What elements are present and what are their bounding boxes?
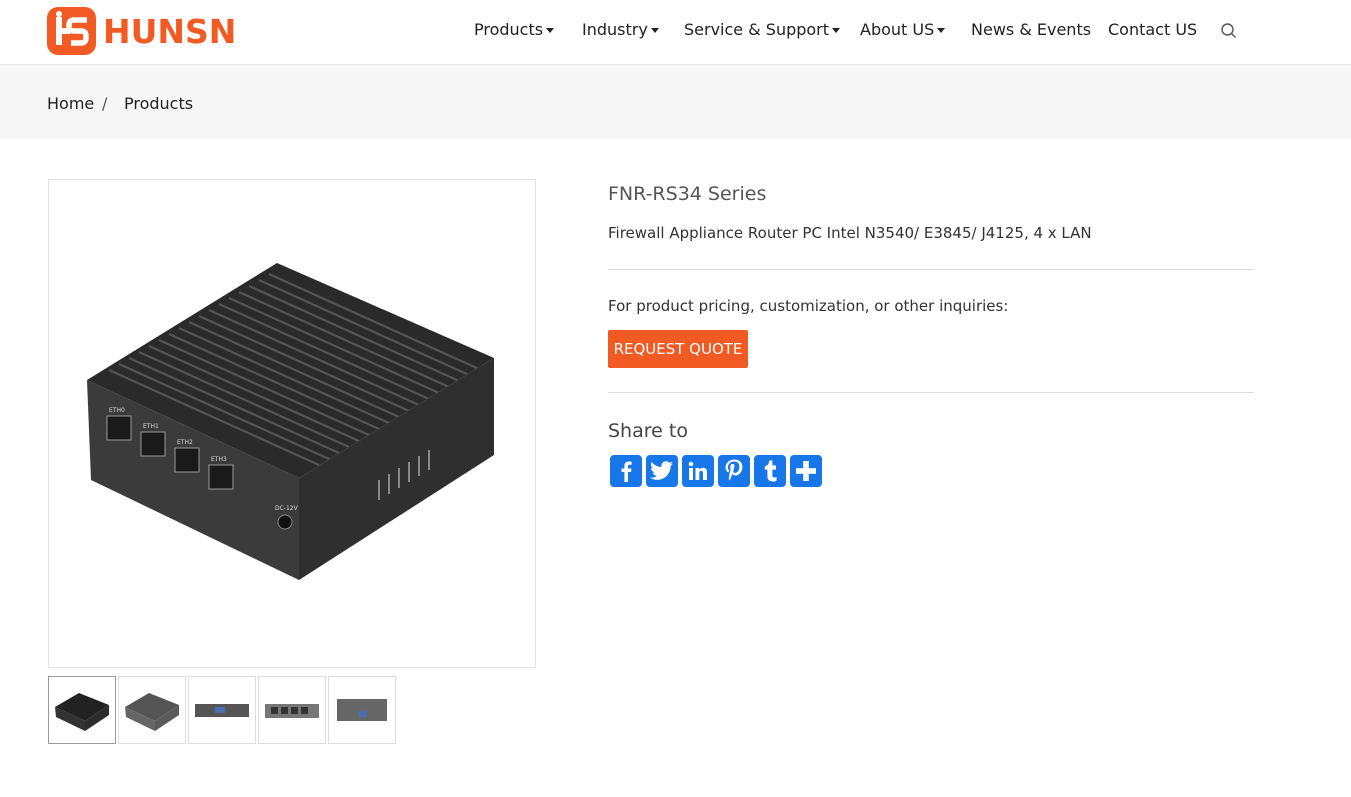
breadcrumb-home[interactable]: Home	[47, 94, 94, 113]
product-subtitle: Firewall Appliance Router PC Intel N3540…	[608, 224, 1092, 242]
port-label: ETH0	[109, 407, 125, 414]
divider	[608, 269, 1254, 270]
share-icon[interactable]	[790, 455, 822, 487]
nav-item-news-events[interactable]: News & Events	[971, 20, 1091, 39]
breadcrumb-separator: /	[102, 94, 108, 113]
product-thumbnail[interactable]	[48, 676, 116, 744]
port-label: ETH2	[177, 439, 193, 446]
chevron-down-icon	[832, 27, 841, 33]
breadcrumb-current[interactable]: Products	[124, 94, 193, 113]
divider	[608, 392, 1254, 393]
tumblr-icon[interactable]	[754, 455, 786, 487]
product-thumbnail[interactable]	[328, 676, 396, 744]
nav-label: Service & Support	[684, 20, 830, 39]
nav-item-products[interactable]: Products	[474, 20, 555, 39]
site-header: HUNSN Products Industry Service & Suppor…	[0, 0, 1351, 65]
chevron-down-icon	[546, 27, 555, 33]
request-quote-button[interactable]: REQUEST QUOTE	[608, 330, 748, 368]
linkedin-icon[interactable]	[682, 455, 714, 487]
share-title: Share to	[608, 420, 688, 442]
nav-label: Contact US	[1108, 20, 1198, 39]
nav-label: Industry	[582, 20, 648, 39]
search-icon[interactable]	[1220, 22, 1238, 40]
twitter-icon[interactable]	[646, 455, 678, 487]
port-label: ETH3	[211, 456, 227, 463]
product-thumbnail[interactable]	[118, 676, 186, 744]
nav-label: About US	[860, 20, 935, 39]
nav-label: News & Events	[971, 20, 1092, 39]
product-main-image[interactable]: ETH0 ETH1 ETH2 ETH3 DC-12V	[48, 179, 536, 668]
product-thumbnail[interactable]	[258, 676, 326, 744]
power-label: DC-12V	[275, 505, 299, 512]
nav-label: Products	[474, 20, 544, 39]
facebook-icon[interactable]	[610, 455, 642, 487]
brand-name: HUNSN	[103, 11, 237, 51]
nav-item-service-support[interactable]: Service & Support	[684, 20, 841, 39]
port-label: ETH1	[143, 423, 159, 430]
hunsn-logo-mark-icon	[47, 7, 96, 55]
hunsn-logo[interactable]: HUNSN	[47, 7, 236, 55]
chevron-down-icon	[937, 27, 946, 33]
product-title: FNR-RS34 Series	[608, 183, 767, 205]
breadcrumb: Home / Products	[0, 65, 1351, 139]
chevron-down-icon	[650, 27, 659, 33]
share-buttons	[610, 455, 822, 487]
nav-item-industry[interactable]: Industry	[582, 20, 659, 39]
product-thumbnail[interactable]	[188, 676, 256, 744]
nav-item-contact-us[interactable]: Contact US	[1108, 20, 1197, 39]
pinterest-icon[interactable]	[718, 455, 750, 487]
nav-item-about-us[interactable]: About US	[860, 20, 946, 39]
inquiry-text: For product pricing, customization, or o…	[608, 297, 1009, 315]
